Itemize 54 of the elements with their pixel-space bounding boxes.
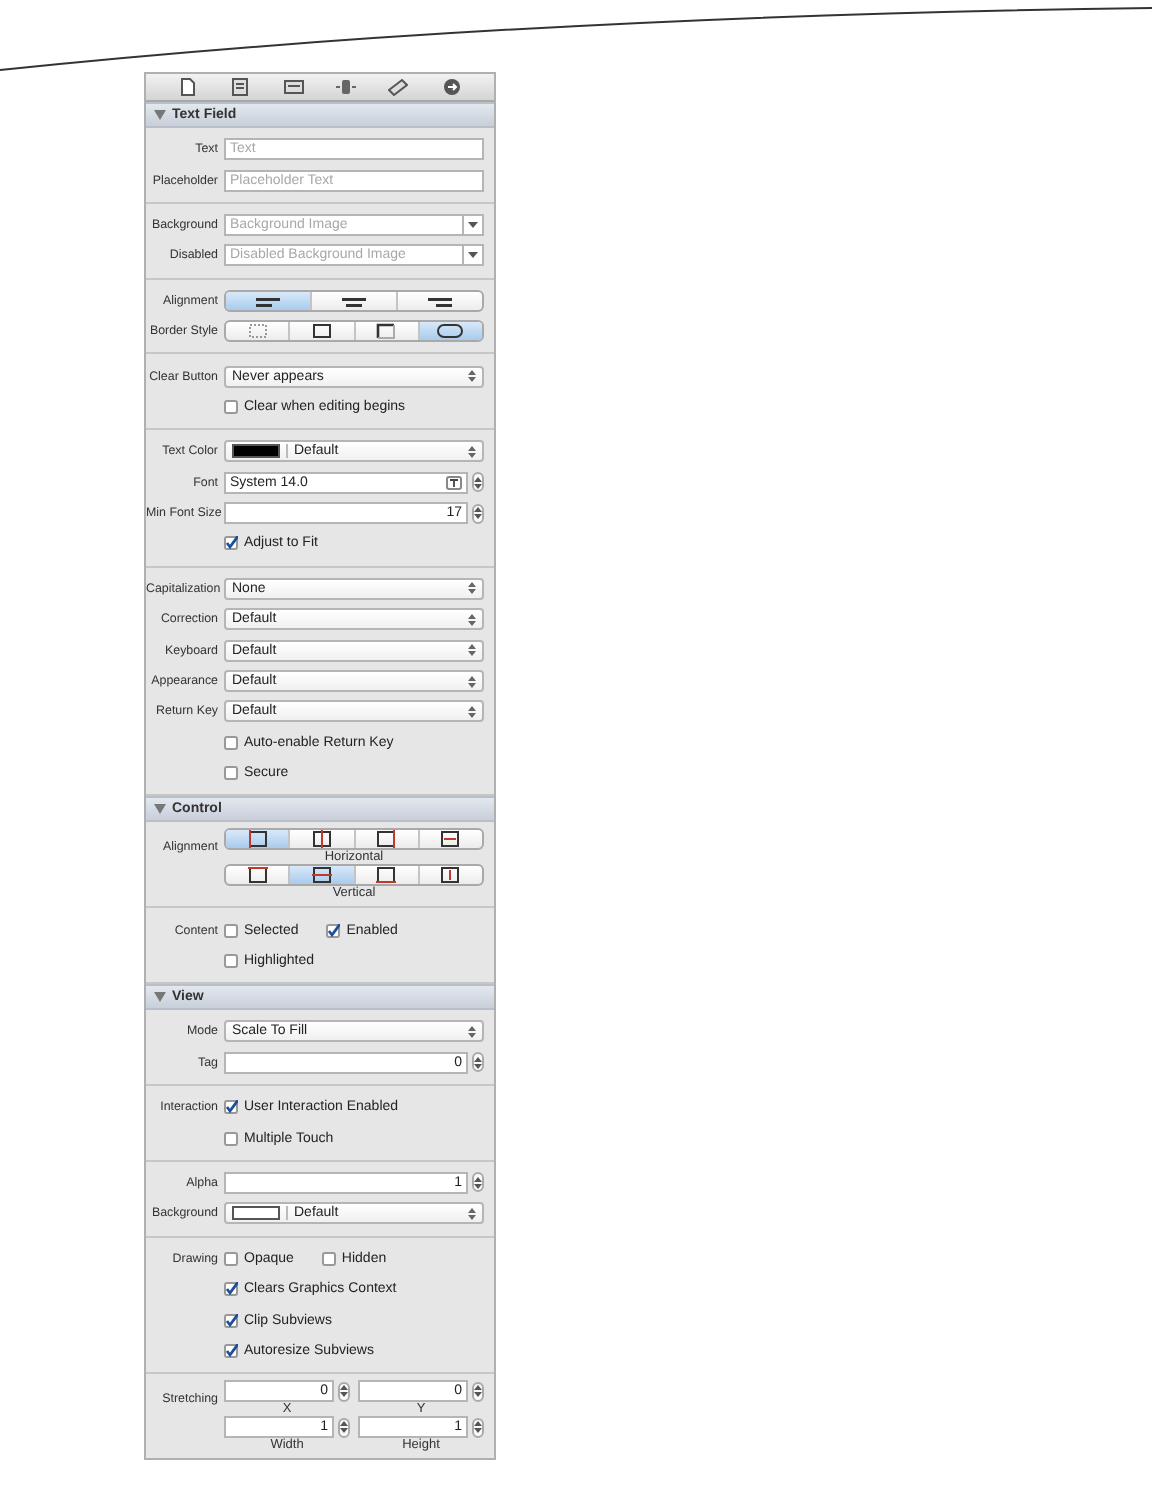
updown-arrows-icon: [468, 582, 476, 595]
dropdown-arrow-icon: [468, 221, 478, 228]
updown-arrows-icon: [468, 1025, 476, 1038]
segment-button[interactable]: [417, 322, 482, 341]
stepper-control[interactable]: [472, 503, 484, 524]
checkbox[interactable]: [224, 1131, 238, 1146]
segmented-control[interactable]: [224, 320, 484, 343]
checkbox[interactable]: [224, 536, 238, 551]
checkbox[interactable]: [224, 923, 238, 938]
segment-button[interactable]: [226, 291, 310, 310]
disclosure-triangle-icon[interactable]: [154, 992, 166, 1003]
card-icon[interactable]: [283, 78, 304, 96]
dropdown-button[interactable]: [462, 213, 484, 236]
segmented-control[interactable]: [224, 828, 484, 851]
stepper-control[interactable]: [472, 1381, 484, 1402]
checkbox[interactable]: [224, 1100, 238, 1115]
segment-button[interactable]: [226, 830, 289, 849]
stepper-control[interactable]: [472, 1052, 484, 1073]
checkbox[interactable]: [224, 1282, 238, 1297]
updown-arrows-icon: [468, 675, 476, 688]
ruler-icon[interactable]: [388, 78, 409, 96]
stepper-control[interactable]: [472, 472, 484, 493]
list-card-icon[interactable]: [230, 78, 251, 96]
stepper-control[interactable]: [472, 1172, 484, 1193]
updown-arrows-icon: [468, 644, 476, 657]
checkbox[interactable]: [321, 1251, 336, 1266]
updown-arrows-icon: [468, 705, 476, 718]
stepper-control[interactable]: [338, 1417, 350, 1438]
checkbox[interactable]: [326, 923, 341, 938]
updown-arrows-icon: [468, 445, 476, 458]
updown-arrows-icon: [468, 370, 476, 383]
rounded-rect-icon: [434, 322, 467, 341]
updown-arrows-icon: [468, 613, 476, 626]
segmented-control[interactable]: [224, 289, 484, 312]
checkbox[interactable]: [224, 735, 238, 750]
disclosure-triangle-icon[interactable]: [154, 804, 166, 815]
font-picker-icon[interactable]: [446, 475, 462, 490]
dropdown-arrow-icon: [468, 252, 478, 259]
stepper-control[interactable]: [338, 1381, 350, 1402]
checkbox[interactable]: [224, 766, 238, 781]
checkbox[interactable]: [224, 1251, 238, 1266]
disclosure-triangle-icon[interactable]: [154, 110, 166, 120]
checkbox[interactable]: [224, 399, 238, 414]
checkbox[interactable]: [224, 1313, 238, 1328]
dropdown-button[interactable]: [462, 244, 484, 267]
stepper-control[interactable]: [472, 1417, 484, 1438]
segmented-control[interactable]: [224, 864, 484, 887]
checkbox[interactable]: [224, 954, 238, 968]
segment-button[interactable]: [288, 866, 353, 885]
updown-arrows-icon: [468, 1207, 476, 1220]
connector-icon[interactable]: [336, 78, 357, 96]
arrow-circle-icon[interactable]: [441, 78, 462, 96]
document-icon[interactable]: [178, 78, 199, 96]
checkbox[interactable]: [224, 1343, 238, 1358]
